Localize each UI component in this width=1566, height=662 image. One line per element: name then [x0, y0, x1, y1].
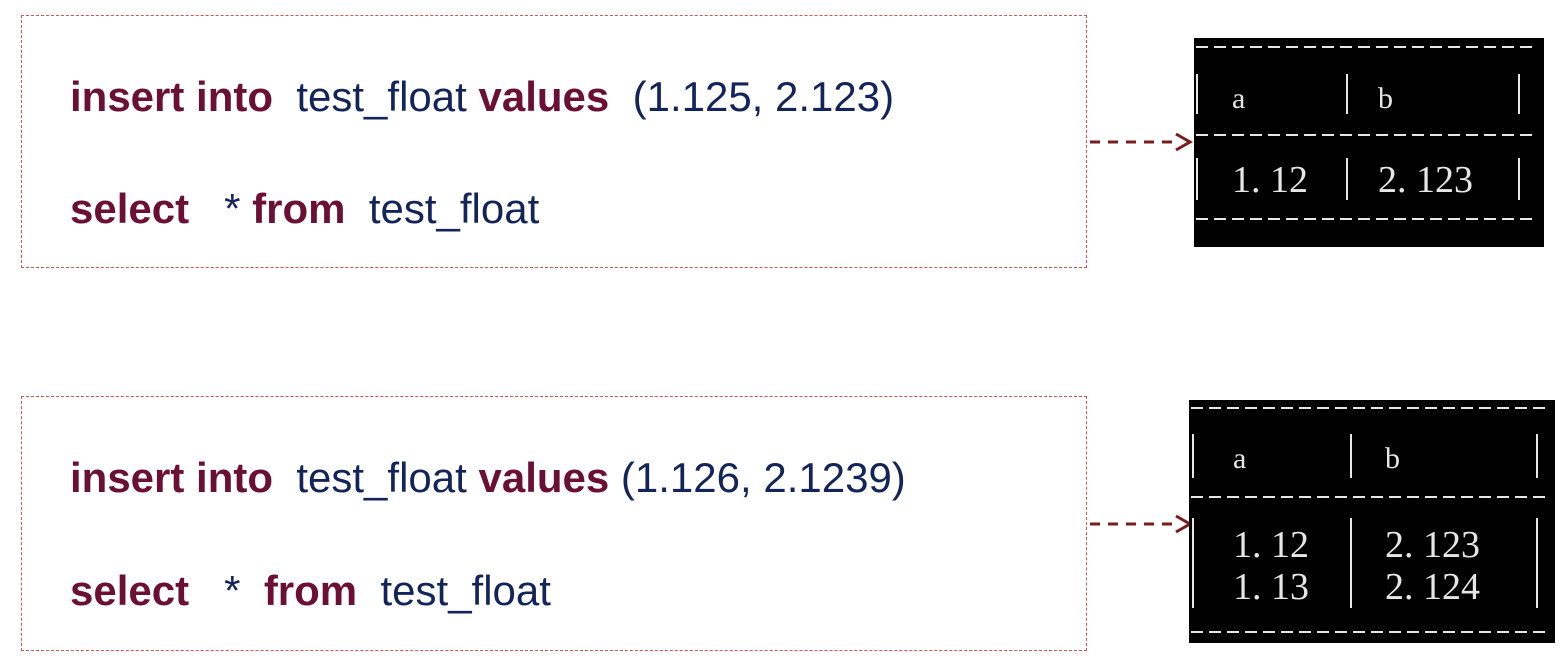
table-name: test_float	[296, 454, 467, 501]
column-header-a: a	[1232, 82, 1245, 115]
keyword-insert-into: insert into	[70, 454, 274, 501]
dashed-arrow-icon	[1088, 130, 1194, 159]
query-result-terminal-2: a b 1. 12 2. 123 1. 13 2. 124	[1189, 400, 1555, 643]
table-name: test_float	[296, 73, 467, 120]
sql-example-1-box: insert into test_float values (1.125, 2.…	[21, 15, 1087, 268]
cell-a-row-1: 1. 12	[1233, 524, 1309, 566]
cell-a-row-1: 1. 12	[1232, 159, 1308, 201]
query-result-terminal-1: a b 1. 12 2. 123	[1194, 38, 1544, 247]
insert-values: (1.125, 2.123)	[632, 73, 895, 120]
select-star: *	[224, 185, 241, 232]
table-name: test_float	[380, 567, 551, 614]
select-statement-2: select * from test_float	[70, 570, 551, 612]
keyword-from: from	[263, 567, 358, 614]
table-name: test_float	[368, 185, 540, 232]
column-header-b: b	[1385, 442, 1400, 475]
column-header-a: a	[1233, 442, 1246, 475]
cell-b-row-1: 2. 123	[1385, 524, 1480, 566]
insert-statement-2: insert into test_float values (1.126, 2.…	[70, 457, 906, 499]
keyword-from: from	[252, 185, 346, 232]
keyword-select: select	[70, 185, 190, 232]
cell-b-row-1: 2. 123	[1378, 159, 1473, 201]
select-star: *	[224, 567, 241, 614]
cell-b-row-2: 2. 124	[1385, 566, 1480, 608]
keyword-select: select	[70, 567, 190, 614]
sql-example-2-box: insert into test_float values (1.126, 2.…	[21, 396, 1087, 651]
keyword-values: values	[478, 73, 610, 120]
cell-a-row-2: 1. 13	[1233, 566, 1309, 608]
insert-statement-1: insert into test_float values (1.125, 2.…	[70, 76, 894, 118]
insert-values: (1.126, 2.1239)	[620, 454, 906, 501]
column-header-b: b	[1378, 82, 1393, 115]
select-statement-1: select * from test_float	[70, 188, 539, 230]
keyword-insert-into: insert into	[70, 73, 274, 120]
dashed-arrow-icon	[1088, 512, 1194, 541]
keyword-values: values	[478, 454, 610, 501]
